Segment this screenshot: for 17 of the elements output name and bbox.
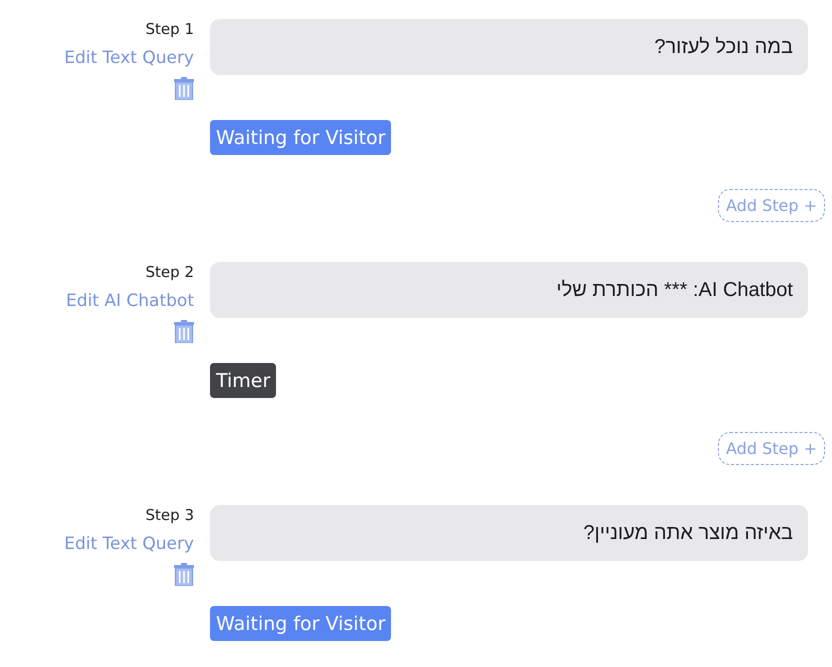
status-badge: Timer bbox=[210, 363, 276, 398]
edit-link[interactable]: Edit Text Query bbox=[64, 43, 194, 73]
add-step-button[interactable]: Add Step + bbox=[718, 189, 825, 222]
step-label: Step 1 bbox=[146, 19, 194, 39]
message-bubble: AI Chatbot: *** הכותרת שלי bbox=[210, 262, 808, 318]
trash-icon[interactable] bbox=[174, 563, 194, 586]
edit-link[interactable]: Edit AI Chatbot bbox=[66, 286, 194, 316]
add-step-button[interactable]: Add Step + bbox=[718, 432, 825, 465]
trash-icon[interactable] bbox=[174, 320, 194, 343]
status-badge: Waiting for Visitor bbox=[210, 120, 392, 155]
message-bubble: במה נוכל לעזור? bbox=[210, 19, 808, 75]
step-label: Step 3 bbox=[146, 505, 194, 525]
step-label: Step 2 bbox=[146, 262, 194, 282]
trash-icon[interactable] bbox=[174, 77, 194, 100]
message-bubble: באיזה מוצר אתה מעוניין? bbox=[210, 505, 808, 561]
edit-link[interactable]: Edit Text Query bbox=[64, 529, 194, 559]
status-badge: Waiting for Visitor bbox=[210, 606, 392, 641]
